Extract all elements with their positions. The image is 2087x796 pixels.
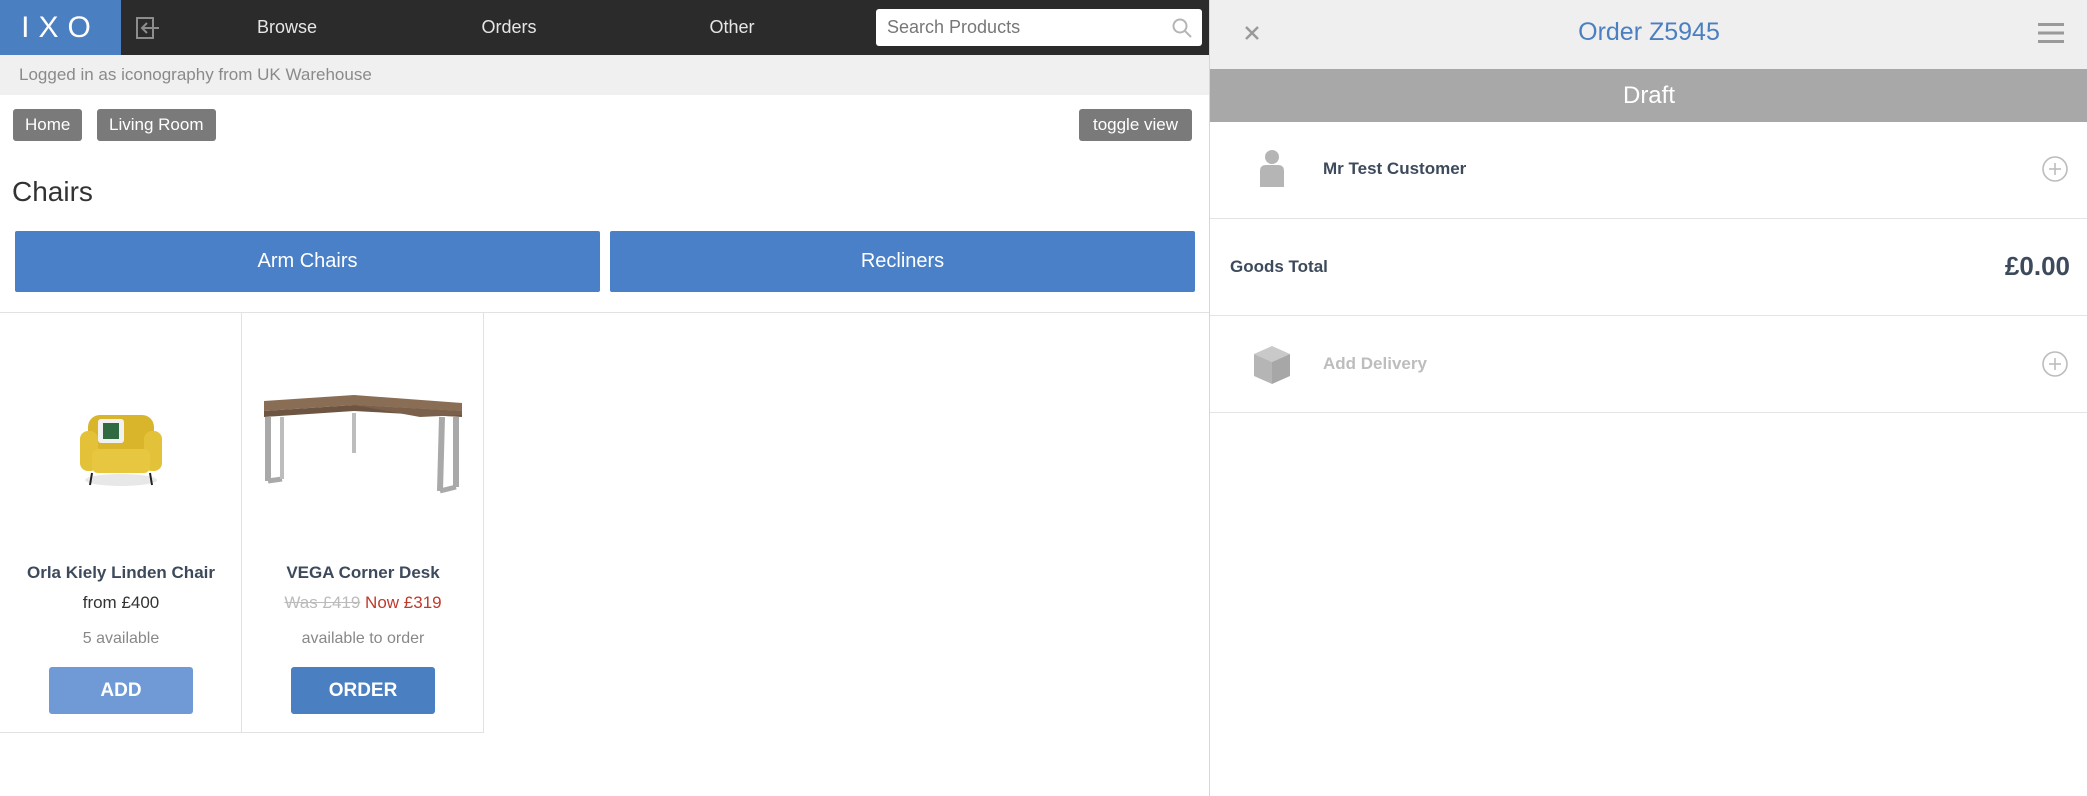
product-card: Orla Kiely Linden Chair from £400 5 avai… (0, 313, 242, 733)
product-image-chair[interactable] (0, 313, 242, 573)
product-price: from £400 (82, 593, 160, 612)
top-navigation-bar: IXO Browse Orders Other (0, 0, 1209, 55)
breadcrumb-home[interactable]: Home (13, 109, 83, 141)
box-icon (1250, 342, 1294, 386)
nav-browse[interactable]: Browse (207, 0, 367, 55)
was-price: Was £419 (284, 593, 361, 612)
add-delivery-icon[interactable] (2040, 349, 2070, 379)
toggle-view-button[interactable]: toggle view (1079, 109, 1192, 141)
add-delivery-label[interactable]: Add Delivery (1323, 354, 1427, 374)
customer-row[interactable]: Mr Test Customer (1210, 122, 2087, 219)
search-box (876, 9, 1202, 46)
subcategory-recliners[interactable]: Recliners (610, 231, 1195, 292)
add-customer-icon[interactable] (2040, 154, 2070, 184)
goods-total-value: £0.00 (2004, 251, 2070, 281)
ixo-logo[interactable]: IXO (0, 0, 121, 55)
login-status: Logged in as iconography from UK Warehou… (0, 55, 1209, 95)
product-name[interactable]: VEGA Corner Desk (242, 563, 484, 583)
search-input[interactable] (876, 9, 1166, 46)
goods-total-label: Goods Total (1230, 257, 1328, 276)
person-icon (1250, 147, 1294, 191)
now-price: Now £319 (365, 593, 442, 612)
menu-icon[interactable] (2036, 20, 2066, 46)
order-header: Order Z5945 (1210, 0, 2087, 69)
product-image-desk[interactable] (242, 313, 484, 573)
category-title: Chairs (12, 176, 93, 207)
product-stock: 5 available (82, 630, 160, 647)
search-icon[interactable] (1171, 17, 1193, 39)
nav-orders[interactable]: Orders (429, 0, 589, 55)
product-card: VEGA Corner Desk Was £419 Now £319 avail… (242, 313, 484, 733)
order-button[interactable]: ORDER (291, 667, 435, 714)
order-title: Order Z5945 (1578, 18, 1720, 46)
order-status-bar: Draft (1210, 69, 2087, 122)
product-browser: IXO Browse Orders Other Logged in as ico… (0, 0, 1209, 796)
delivery-row[interactable]: Add Delivery (1210, 316, 2087, 413)
goods-total-row: Goods Total £0.00 (1210, 219, 2087, 316)
product-price: Was £419 Now £319 (242, 593, 484, 613)
breadcrumb-living-room[interactable]: Living Room (97, 109, 216, 141)
logout-icon[interactable] (128, 10, 168, 46)
add-button[interactable]: ADD (49, 667, 193, 714)
customer-name[interactable]: Mr Test Customer (1323, 159, 1466, 179)
close-icon[interactable] (1237, 18, 1267, 48)
product-name[interactable]: Orla Kiely Linden Chair (0, 563, 242, 583)
subcategory-arm-chairs[interactable]: Arm Chairs (15, 231, 600, 292)
order-panel: Order Z5945 Draft Mr Test Customer Goods… (1209, 0, 2087, 796)
nav-other[interactable]: Other (652, 0, 812, 55)
product-stock: available to order (301, 630, 425, 647)
